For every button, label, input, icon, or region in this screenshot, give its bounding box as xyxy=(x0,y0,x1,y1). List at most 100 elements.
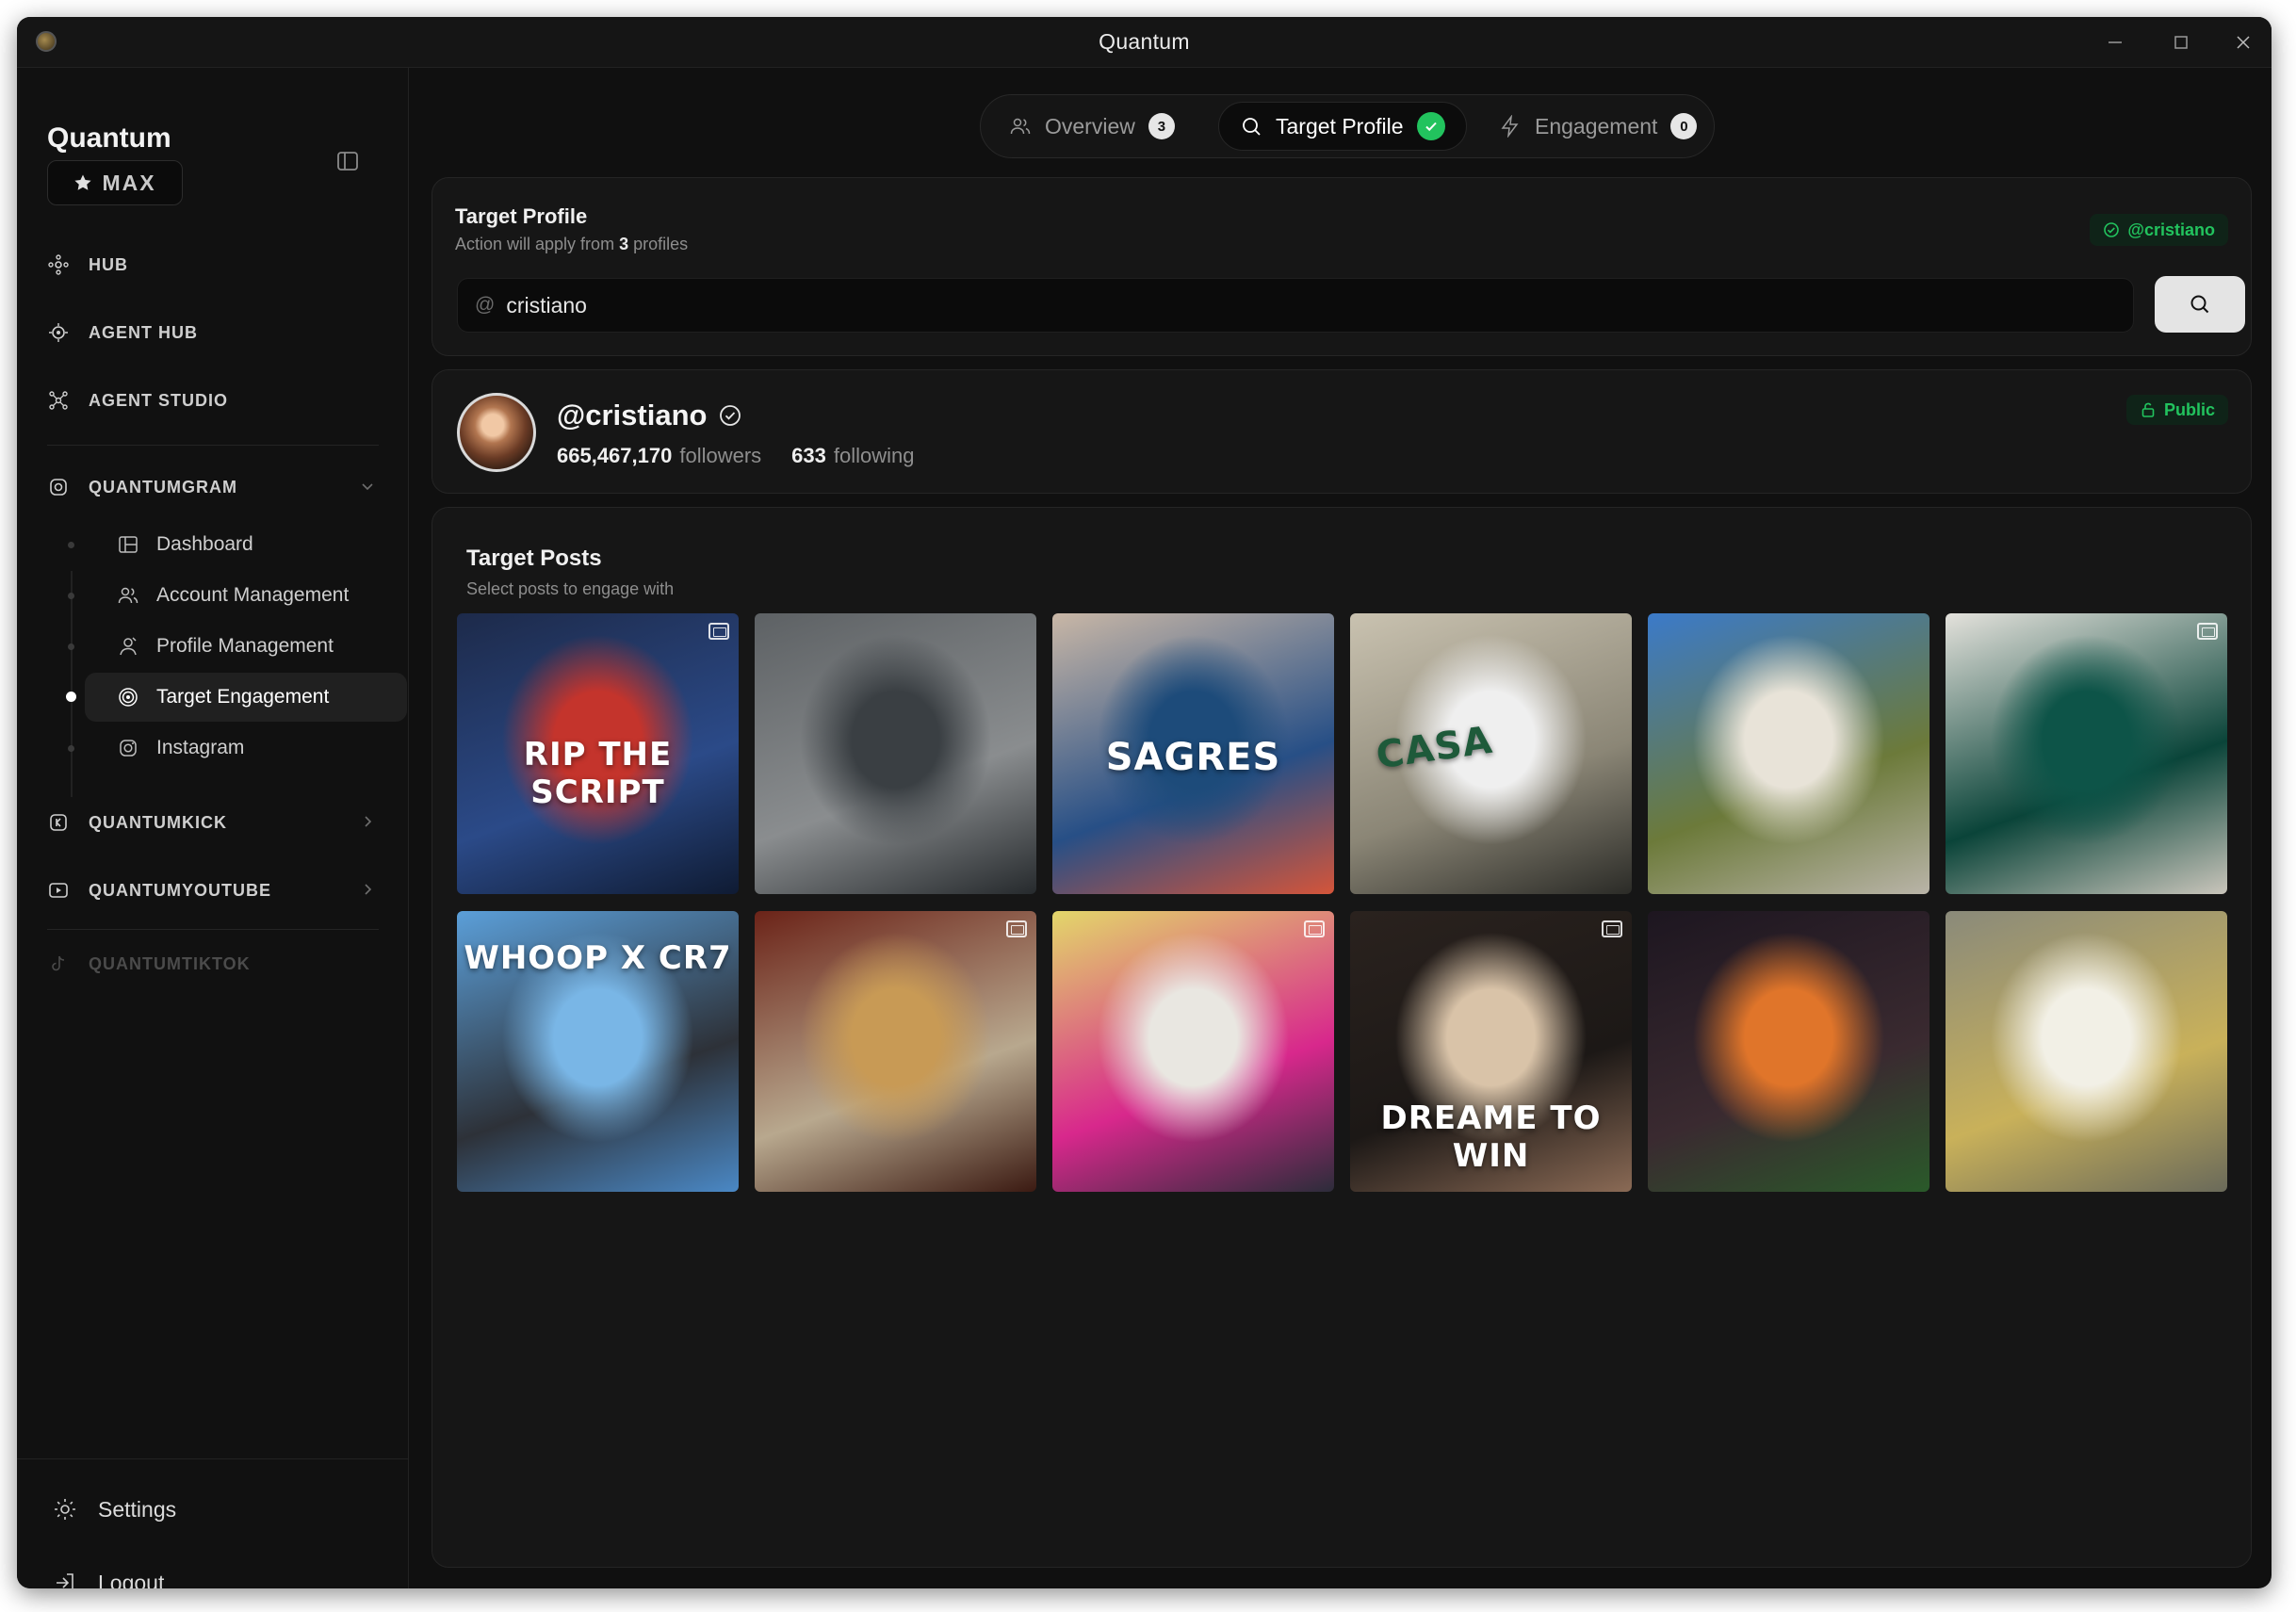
chevron-right-icon xyxy=(365,884,372,895)
profile-handle: @cristiano xyxy=(557,399,742,432)
verified-icon xyxy=(720,405,741,426)
nav-quantumgram[interactable]: QUANTUMGRAM xyxy=(47,464,386,511)
bolt-icon xyxy=(1501,115,1519,138)
close-icon xyxy=(2237,36,2250,49)
minimize-button[interactable] xyxy=(2091,24,2140,60)
profile-icon xyxy=(120,637,137,656)
at-prefix: @ xyxy=(475,294,496,316)
title-bar: Quantum xyxy=(17,17,2272,68)
post-overlay-text: WHOOP X CR7 xyxy=(464,939,732,977)
settings-button[interactable]: Settings xyxy=(53,1486,176,1533)
following-count: 633 xyxy=(791,444,826,467)
search-button[interactable] xyxy=(2155,276,2245,333)
chevron-down-icon xyxy=(362,483,373,491)
post-thumbnail[interactable] xyxy=(755,613,1036,894)
tab-target-profile[interactable]: Target Profile xyxy=(1218,102,1467,151)
post-thumbnail[interactable]: RIP THE SCRIPT xyxy=(457,613,739,894)
sidebar-item-dashboard[interactable]: Dashboard xyxy=(85,520,407,569)
gear-icon xyxy=(55,1499,75,1520)
submenu-dot-active xyxy=(66,692,76,702)
settings-label: Settings xyxy=(98,1496,177,1522)
avatar xyxy=(457,393,536,472)
post-thumbnail[interactable]: CASA xyxy=(1350,613,1632,894)
tab-complete-badge xyxy=(1416,112,1445,140)
instagram-icon xyxy=(120,740,137,757)
nav-agent-studio[interactable]: AGENT STUDIO xyxy=(47,377,386,424)
nav-quantumkick-label: QUANTUMKICK xyxy=(89,812,227,832)
multi-image-icon xyxy=(1304,920,1325,937)
following-label: following xyxy=(833,444,915,467)
target-profile-title: Target Profile xyxy=(455,204,588,228)
step-tabs: Overview 3 Target Profile Engagement 0 xyxy=(980,94,1715,158)
logout-button[interactable]: Logout xyxy=(53,1559,164,1588)
unlock-icon xyxy=(2141,402,2155,417)
users-icon xyxy=(1010,118,1031,135)
nav-quantumyoutube-label: QUANTUMYOUTUBE xyxy=(89,880,271,900)
sidebar-item-label: Account Management xyxy=(156,584,350,606)
post-thumbnail[interactable] xyxy=(1648,911,1930,1192)
post-thumbnail[interactable] xyxy=(1648,613,1930,894)
selected-handle-badge: @cristiano xyxy=(2090,214,2228,246)
post-thumbnail[interactable] xyxy=(755,911,1036,1192)
profile-count: 3 xyxy=(619,235,629,253)
kick-icon xyxy=(50,814,67,831)
profile-stats: 665,467,170 followers 633 following xyxy=(557,444,914,468)
search-icon xyxy=(2190,295,2209,314)
sidebar-item-account-management[interactable]: Account Management xyxy=(85,571,407,620)
username-search-box: @ xyxy=(457,278,2134,333)
nav-quantumtiktok-label: QUANTUMTIKTOK xyxy=(89,953,251,973)
nav-agent-hub[interactable]: AGENT HUB xyxy=(47,309,386,356)
close-button[interactable] xyxy=(2219,24,2268,60)
visibility-text: Public xyxy=(2163,399,2215,419)
target-profile-subtitle: Action will apply from 3 profiles xyxy=(455,235,688,254)
submenu-dot xyxy=(68,542,74,548)
username-input[interactable] xyxy=(506,292,2014,318)
check-icon xyxy=(1425,122,1437,132)
post-overlay-text: RIP THE SCRIPT xyxy=(523,736,673,811)
post-thumbnail[interactable] xyxy=(1946,911,2227,1192)
post-thumbnail[interactable]: DREAME TO WIN xyxy=(1350,911,1632,1192)
target-profile-card: Target Profile Action will apply from 3 … xyxy=(432,177,2252,356)
target-posts-subtitle: Select posts to engage with xyxy=(466,579,675,598)
tab-overview[interactable]: Overview 3 xyxy=(988,102,1196,151)
tab-label: Overview xyxy=(1045,113,1135,138)
nav-hub[interactable]: HUB xyxy=(47,241,386,288)
sidebar-divider xyxy=(47,445,379,446)
maximize-icon xyxy=(2174,36,2188,49)
agent-hub-icon xyxy=(49,323,68,342)
maximize-button[interactable] xyxy=(2157,24,2206,60)
submenu-dot xyxy=(68,593,74,599)
followers-count: 665,467,170 xyxy=(557,444,673,467)
post-thumbnail[interactable] xyxy=(1946,613,2227,894)
profile-handle-text: @cristiano xyxy=(557,399,708,431)
sidebar-item-target-engagement[interactable]: Target Engagement xyxy=(85,673,407,722)
collapse-sidebar-button[interactable] xyxy=(335,149,366,179)
target-posts-card: Target Posts Select posts to engage with… xyxy=(432,507,2252,1568)
visibility-badge: Public xyxy=(2125,395,2228,425)
dashboard-icon xyxy=(119,536,138,553)
nav-quantumyoutube[interactable]: QUANTUMYOUTUBE xyxy=(47,867,386,914)
sidebar-bottom-divider xyxy=(17,1458,409,1459)
sidebar-item-label: Dashboard xyxy=(156,533,253,555)
tab-count-badge: 3 xyxy=(1148,113,1175,139)
nav-quantumtiktok: QUANTUMTIKTOK xyxy=(47,940,386,987)
sidebar-item-profile-management[interactable]: Profile Management xyxy=(85,622,407,671)
tab-engagement[interactable]: Engagement 0 xyxy=(1478,102,1718,151)
multi-image-icon xyxy=(708,623,729,640)
tab-count-badge: 0 xyxy=(1670,113,1698,139)
post-thumbnail[interactable]: SAGRES xyxy=(1052,613,1334,894)
post-overlay-text: CASA xyxy=(1373,718,1496,778)
nav-quantumkick[interactable]: QUANTUMKICK xyxy=(47,799,386,846)
sidebar-item-instagram[interactable]: Instagram xyxy=(85,724,407,773)
agent-studio-icon xyxy=(49,391,68,410)
selected-handle-text: @cristiano xyxy=(2127,220,2215,239)
submenu-line xyxy=(71,571,73,797)
logout-label: Logout xyxy=(98,1570,165,1589)
plan-badge: MAX xyxy=(47,160,183,205)
post-thumbnail[interactable]: WHOOP X CR7 xyxy=(457,911,739,1192)
post-thumbnail[interactable] xyxy=(1052,911,1334,1192)
nav-hub-label: HUB xyxy=(89,254,128,274)
hub-icon xyxy=(48,254,69,275)
logout-icon xyxy=(57,1573,73,1588)
subtitle-suffix: profiles xyxy=(633,235,689,253)
